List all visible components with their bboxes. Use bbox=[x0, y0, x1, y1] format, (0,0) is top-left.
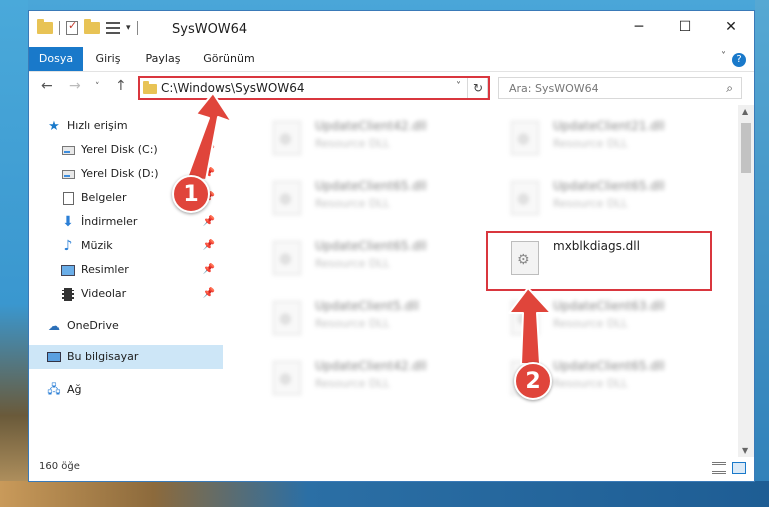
annotation-arrows bbox=[186, 92, 552, 365]
callout-step-1: 1 bbox=[172, 175, 210, 213]
arrow-to-address-bar bbox=[186, 92, 233, 181]
callout-step-2: 2 bbox=[514, 362, 552, 400]
arrow-to-target-file bbox=[508, 287, 552, 365]
